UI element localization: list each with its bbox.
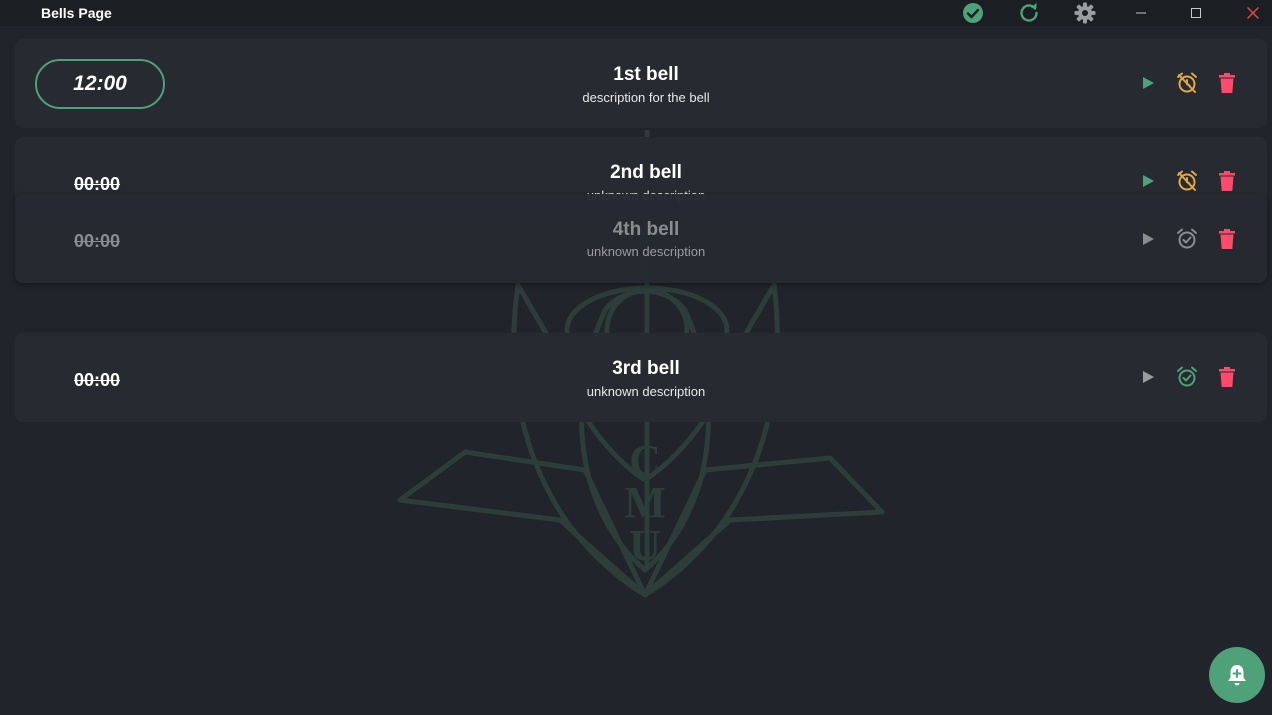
trash-icon (1219, 229, 1235, 249)
bell-name: 3rd bell (612, 358, 680, 379)
bell-card-1st[interactable]: 12:00 1st bell description for the bell (15, 39, 1267, 128)
bell-description: unknown description (586, 244, 706, 259)
trash-icon (1219, 171, 1235, 191)
maximize-button[interactable] (1183, 0, 1209, 26)
play-icon (1143, 371, 1154, 383)
save-check-button[interactable] (961, 0, 985, 26)
watermark-letter-u: U (629, 521, 661, 570)
bells-app: Bells Page C M U 12:00 1st bell descript… (0, 0, 1272, 715)
bell-card-4th-dragging[interactable]: 00:00 4th bell unknown description (15, 194, 1267, 283)
alarm-check-icon (1177, 228, 1197, 249)
minimize-icon (1136, 12, 1146, 14)
refresh-button[interactable] (1017, 0, 1041, 26)
title-bar: Bells Page (0, 0, 1272, 26)
watermark-letter-m: M (624, 478, 666, 527)
alarm-off-icon (1177, 72, 1197, 93)
play-icon (1143, 175, 1154, 187)
maximize-icon (1191, 8, 1201, 18)
check-circle-icon (963, 3, 983, 23)
delete-button[interactable] (1215, 365, 1239, 389)
refresh-icon (1020, 2, 1038, 22)
play-button[interactable] (1136, 169, 1160, 193)
alarm-check-icon (1177, 366, 1197, 387)
bell-name: 2nd bell (610, 162, 682, 183)
delete-button[interactable] (1215, 169, 1239, 193)
bell-description: unknown description (586, 384, 706, 399)
trash-icon (1219, 73, 1235, 93)
window-title: Bells Page (41, 5, 112, 21)
bell-name: 1st bell (613, 64, 679, 85)
bell-name: 4th bell (612, 219, 680, 240)
alarm-toggle-button[interactable] (1175, 365, 1199, 389)
alarm-toggle-button[interactable] (1175, 71, 1199, 95)
gear-icon (1074, 2, 1096, 24)
play-button[interactable] (1136, 227, 1160, 251)
play-button[interactable] (1136, 71, 1160, 95)
bell-card-3rd[interactable]: 00:00 3rd bell unknown description (15, 333, 1267, 422)
alarm-toggle-button[interactable] (1175, 169, 1199, 193)
delete-button[interactable] (1215, 71, 1239, 95)
minimize-button[interactable] (1128, 0, 1154, 26)
close-button[interactable] (1240, 0, 1266, 26)
bell-description: description for the bell (582, 90, 710, 105)
close-icon (1246, 6, 1260, 20)
settings-button[interactable] (1073, 0, 1097, 26)
alarm-off-icon (1177, 170, 1197, 191)
play-button[interactable] (1136, 365, 1160, 389)
alarm-toggle-button[interactable] (1175, 227, 1199, 251)
add-bell-button[interactable] (1209, 647, 1265, 703)
trash-icon (1219, 367, 1235, 387)
delete-button[interactable] (1215, 227, 1239, 251)
play-icon (1143, 233, 1154, 245)
play-icon (1143, 77, 1154, 89)
add-bell-icon (1228, 665, 1246, 686)
